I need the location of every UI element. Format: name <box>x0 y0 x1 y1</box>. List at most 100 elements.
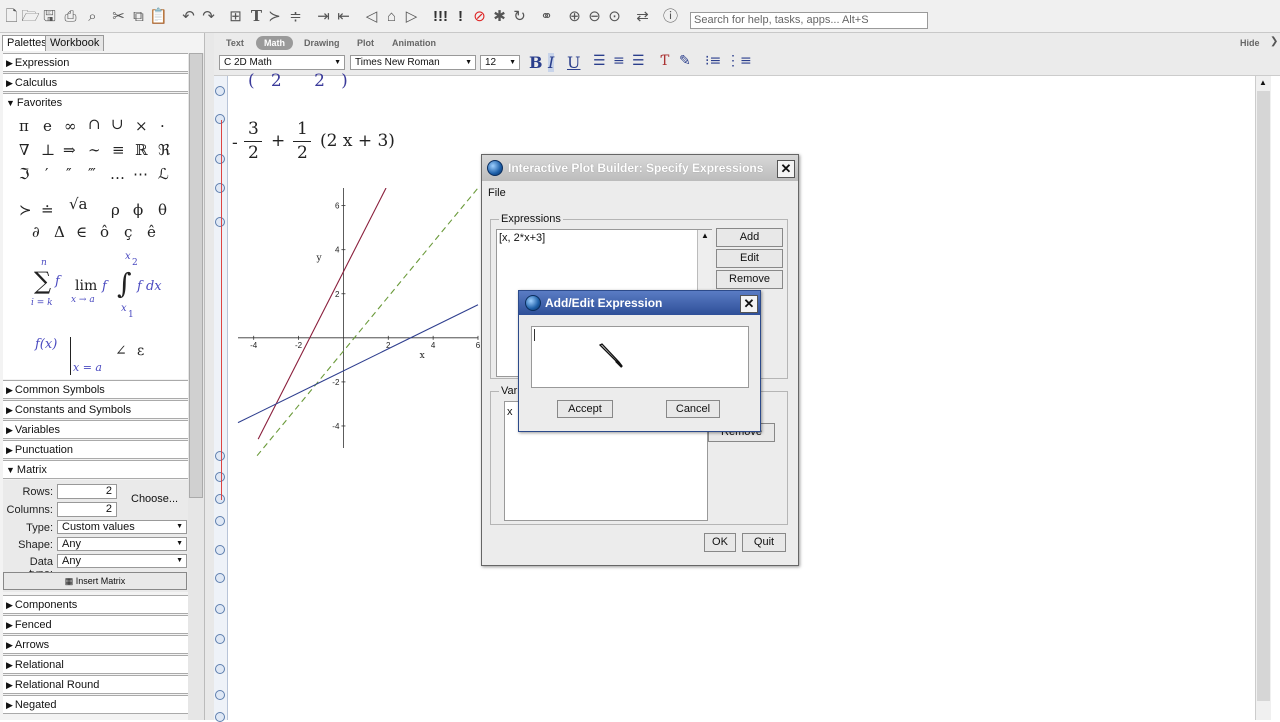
add-expression-button[interactable]: Add <box>716 228 783 247</box>
expression-item[interactable]: [x, 2*x+3] <box>499 232 545 244</box>
succeeds-symbol[interactable]: ≻ <box>19 203 32 218</box>
tab-drawing[interactable]: Drawing <box>296 36 348 50</box>
equiv-symbol[interactable]: ≡ <box>112 143 125 158</box>
sqrt-template[interactable]: √a <box>69 197 88 212</box>
worksheet-scrollbar-thumb[interactable] <box>1257 91 1270 701</box>
palette-components[interactable]: ▶ Components <box>3 595 188 614</box>
palette-relational[interactable]: ▶ Relational <box>3 655 188 674</box>
open-icon[interactable]: 🗁 <box>21 8 40 25</box>
copy-icon[interactable]: ⧉ <box>130 8 147 25</box>
forward-icon[interactable]: ▷ <box>403 8 420 25</box>
shape-select[interactable]: Any <box>57 537 187 551</box>
numbered-list-icon[interactable]: ⋮≡ <box>726 53 752 69</box>
palette-scrollbar-thumb[interactable] <box>189 53 203 498</box>
close-icon[interactable]: ✕ <box>740 295 758 313</box>
zoom-200-icon[interactable]: ⊙ <box>606 8 623 25</box>
ok-button[interactable]: OK <box>704 533 736 552</box>
implies-symbol[interactable]: ⇒ <box>63 143 76 158</box>
scroll-up-icon[interactable]: ▲ <box>701 231 709 240</box>
intersection-symbol[interactable]: ∩ <box>88 117 101 132</box>
palette-favorites[interactable]: ▼ Favorites <box>3 93 188 112</box>
definite-integral-template[interactable]: x 2 ∫ f dx x 1 <box>113 251 175 321</box>
palette-matrix[interactable]: ▼ Matrix <box>3 460 188 479</box>
angle-symbol[interactable]: ∠ <box>115 344 127 358</box>
type-select[interactable]: Custom values <box>57 520 187 534</box>
font-size-select[interactable]: 12 <box>480 55 520 70</box>
palette-common-symbols[interactable]: ▶ Common Symbols <box>3 380 188 399</box>
back-icon[interactable]: ◁ <box>363 8 380 25</box>
text-color-icon[interactable]: Ƭ <box>660 53 669 69</box>
home-icon[interactable]: ⌂ <box>383 8 400 25</box>
limit-template[interactable]: lim f x → a <box>71 278 115 312</box>
palette-calculus[interactable]: ▶ Calculus <box>3 73 188 92</box>
math-mode-select[interactable]: C 2D Math <box>219 55 345 70</box>
pi-symbol[interactable]: π <box>19 119 29 134</box>
dot-equal-symbol[interactable]: ≐ <box>41 203 54 218</box>
e-symbol[interactable]: e <box>43 119 52 134</box>
palette-scrollbar[interactable] <box>188 53 204 720</box>
dot-symbol[interactable]: · <box>160 119 165 134</box>
columns-spinner[interactable]: 2 <box>57 502 117 517</box>
expression-input[interactable] <box>531 326 749 388</box>
tab-plot[interactable]: Plot <box>349 36 382 50</box>
palette-relational-round[interactable]: ▶ Relational Round <box>3 675 188 694</box>
epsilon-symbol[interactable]: ε <box>137 344 144 358</box>
theta-symbol[interactable]: θ <box>158 203 167 218</box>
font-select[interactable]: Times New Roman <box>350 55 476 70</box>
element-of-symbol[interactable]: ∈ <box>76 225 87 240</box>
link-icon[interactable]: ⚭ <box>538 8 555 25</box>
stop-icon[interactable]: ⊘ <box>471 8 488 25</box>
phi-symbol[interactable]: ϕ <box>133 203 143 218</box>
restart-icon[interactable]: ↻ <box>511 8 528 25</box>
zoom-150-icon[interactable]: ⊖ <box>586 8 603 25</box>
accept-button[interactable]: Accept <box>557 400 613 418</box>
highlight-icon[interactable]: ✎ <box>679 53 691 69</box>
execute-all-icon[interactable]: !!! <box>432 8 449 25</box>
palette-punctuation[interactable]: ▶ Punctuation <box>3 440 188 459</box>
print-icon[interactable]: ⎙ <box>62 8 79 25</box>
section-icon[interactable]: ≑ <box>287 8 304 25</box>
partial-symbol[interactable]: ∂ <box>32 225 40 240</box>
union-symbol[interactable]: ∪ <box>111 117 124 132</box>
double-prime-symbol[interactable]: ″ <box>66 167 72 182</box>
palette-variables[interactable]: ▶ Variables <box>3 420 188 439</box>
prompt-icon[interactable]: ≻ <box>266 8 283 25</box>
zoom-100-icon[interactable]: ⊕ <box>566 8 583 25</box>
new-icon[interactable]: 🗋 <box>3 8 20 25</box>
execute-icon[interactable]: ! <box>452 8 469 25</box>
debug-icon[interactable]: ✱ <box>491 8 508 25</box>
tab-workbook[interactable]: Workbook <box>45 35 105 51</box>
infinity-symbol[interactable]: ∞ <box>64 119 77 134</box>
close-icon[interactable]: ✕ <box>777 160 795 178</box>
triple-prime-symbol[interactable]: ‴ <box>88 167 96 182</box>
palette-fenced[interactable]: ▶ Fenced <box>3 615 188 634</box>
outdent-icon[interactable]: ⇤ <box>335 8 352 25</box>
palette-constants-and-symbols[interactable]: ▶ Constants and Symbols <box>3 400 188 419</box>
imag-part-symbol[interactable]: ℑ <box>19 167 29 182</box>
e-circumflex-symbol[interactable]: ê <box>147 225 156 240</box>
sum-template[interactable]: n ∑ f i = k <box>31 258 71 316</box>
bold-icon[interactable]: B <box>529 53 543 72</box>
underline-icon[interactable]: U <box>567 53 580 72</box>
plot-builder-title-bar[interactable]: Interactive Plot Builder: Specify Expres… <box>482 155 798 181</box>
undo-icon[interactable]: ↶ <box>180 8 197 25</box>
insert-matrix-button[interactable]: ▦ Insert Matrix <box>3 572 187 590</box>
cut-icon[interactable]: ✂ <box>110 8 127 25</box>
tilde-symbol[interactable]: ∼ <box>88 143 101 158</box>
tab-math[interactable]: Math <box>256 36 293 50</box>
italic-icon[interactable]: I <box>548 53 555 72</box>
reals-symbol[interactable]: ℝ <box>135 143 147 158</box>
worksheet-scrollbar[interactable]: ▲ <box>1255 76 1271 720</box>
panel-splitter[interactable] <box>205 33 214 720</box>
save-icon[interactable]: 🖫 <box>41 8 58 25</box>
bullet-list-icon[interactable]: ⁝≡ <box>705 53 721 69</box>
ellipsis-symbol[interactable]: … <box>110 167 125 182</box>
rows-spinner[interactable]: 2 <box>57 484 117 499</box>
palette-expression[interactable]: ▶ Expression <box>3 53 188 72</box>
add-edit-title-bar[interactable]: Add/Edit Expression <box>519 291 760 315</box>
paste-icon[interactable]: 📋 <box>149 8 168 25</box>
palette-arrows[interactable]: ▶ Arrows <box>3 635 188 654</box>
c-cedilla-symbol[interactable]: ç <box>124 225 132 240</box>
palette-negated[interactable]: ▶ Negated <box>3 695 188 714</box>
tab-text[interactable]: Text <box>218 36 252 50</box>
